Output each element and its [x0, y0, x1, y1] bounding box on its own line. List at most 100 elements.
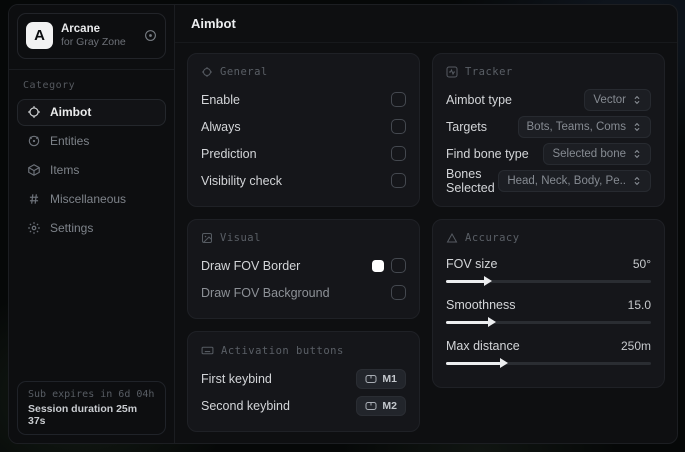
always-checkbox[interactable]: [391, 119, 406, 134]
smoothness-slider[interactable]: [446, 317, 651, 327]
setting-label: Draw FOV Border: [201, 258, 301, 273]
crosshair-icon: [201, 66, 213, 78]
enable-checkbox[interactable]: [391, 92, 406, 107]
sub-expires-text: Sub expires in 6d 04h: [28, 389, 155, 400]
chevrons-up-down-icon: [632, 149, 642, 159]
draw-fov-background-checkbox[interactable]: [391, 285, 406, 300]
entities-icon: [27, 134, 41, 148]
misc-icon: [27, 192, 41, 206]
setting-row-prediction: Prediction: [201, 140, 406, 167]
tracker-card-header: Tracker: [446, 66, 651, 78]
setting-label: Smoothness: [446, 298, 516, 312]
slider-thumb[interactable]: [500, 358, 509, 368]
general-card-header: General: [201, 66, 406, 78]
setting-row-visibility-check: Visibility check: [201, 167, 406, 194]
slider-value: 250m: [620, 339, 651, 353]
accuracy-card: Accuracy FOV size 50° Smoothness 15.0 Ma…: [432, 219, 665, 388]
setting-label: Second keybind: [201, 398, 290, 413]
visual-card-header: Visual: [201, 232, 406, 244]
accuracy-card-header: Accuracy: [446, 232, 651, 244]
slider-value: 15.0: [627, 298, 651, 312]
main-panel: Aimbot General Enable Always Prediction …: [175, 5, 677, 443]
first-keybind-button[interactable]: M1: [356, 368, 406, 389]
activation-card-header: Activation buttons: [201, 344, 406, 357]
activity-icon: [446, 66, 458, 78]
cheat-menu-window: A Arcane for Gray Zone Category Aimbot E…: [8, 4, 678, 444]
setting-label: Bones Selected: [446, 166, 495, 195]
chevrons-up-down-icon: [632, 122, 642, 132]
left-column: General Enable Always Prediction Visibil…: [187, 53, 420, 432]
draw-fov-border-checkbox[interactable]: [391, 258, 406, 273]
setting-label: Always: [201, 119, 241, 134]
slider-value: 50°: [632, 257, 651, 271]
card-title: Tracker: [465, 66, 513, 78]
app-subtitle: for Gray Zone: [61, 36, 126, 49]
setting-row-bones-selected: Bones Selected Head, Neck, Body, Pe..: [446, 166, 651, 195]
setting-row-draw-fov-border: Draw FOV Border: [201, 252, 406, 279]
card-title: Visual: [220, 232, 261, 244]
sidebar-nav: Aimbot Entities Items Miscellaneous Sett…: [9, 98, 174, 242]
card-title: General: [220, 66, 268, 78]
gear-icon: [27, 221, 41, 235]
setting-label: Aimbot type: [446, 92, 513, 107]
visibility-check-checkbox[interactable]: [391, 173, 406, 188]
setting-row-draw-fov-background: Draw FOV Background: [201, 279, 406, 306]
sidebar-item-label: Settings: [50, 221, 94, 235]
sidebar-divider: [9, 68, 174, 70]
card-title: Activation buttons: [221, 344, 344, 357]
setting-label: Max distance: [446, 339, 520, 353]
sidebar-item-entities[interactable]: Entities: [17, 128, 166, 155]
fov-size-slider[interactable]: [446, 276, 651, 286]
dropdown-value: Bots, Teams, Coms: [526, 120, 627, 133]
prediction-checkbox[interactable]: [391, 146, 406, 161]
content-area: General Enable Always Prediction Visibil…: [175, 43, 677, 443]
subscription-info: Sub expires in 6d 04h Session duration 2…: [17, 381, 166, 435]
setting-row-first-keybind: First keybind M1: [201, 365, 406, 392]
fov-border-color-swatch[interactable]: [372, 259, 384, 272]
setting-label: Visibility check: [201, 173, 283, 188]
targets-dropdown[interactable]: Bots, Teams, Coms: [517, 115, 651, 138]
max-distance-slider[interactable]: [446, 358, 651, 368]
setting-label: Find bone type: [446, 146, 529, 161]
card-title: Accuracy: [465, 232, 520, 244]
sidebar-item-label: Items: [50, 163, 80, 177]
mouse-icon: [365, 401, 377, 411]
sidebar: A Arcane for Gray Zone Category Aimbot E…: [9, 5, 175, 443]
profile-settings-icon[interactable]: [144, 29, 157, 42]
slider-fill: [446, 321, 490, 324]
tracker-card: Tracker Aimbot type Vector Targets Bots,…: [432, 53, 665, 207]
setting-row-targets: Targets Bots, Teams, Coms: [446, 113, 651, 140]
setting-label: Enable: [201, 92, 240, 107]
sidebar-item-aimbot[interactable]: Aimbot: [17, 98, 166, 126]
setting-row-find-bone-type: Find bone type Selected bone: [446, 140, 651, 167]
sidebar-item-settings[interactable]: Settings: [17, 215, 166, 242]
bones-selected-dropdown[interactable]: Head, Neck, Body, Pe..: [498, 169, 651, 192]
triangle-icon: [446, 232, 458, 244]
keybind-value: M1: [382, 372, 397, 385]
setting-row-enable: Enable: [201, 86, 406, 113]
second-keybind-button[interactable]: M2: [356, 395, 406, 416]
image-icon: [201, 232, 213, 244]
profile-card[interactable]: A Arcane for Gray Zone: [17, 13, 166, 59]
keybind-value: M2: [382, 399, 397, 412]
slider-thumb[interactable]: [488, 317, 497, 327]
aimbot-type-dropdown[interactable]: Vector: [584, 88, 651, 111]
sidebar-item-miscellaneous[interactable]: Miscellaneous: [17, 186, 166, 213]
setting-label: Prediction: [201, 146, 257, 161]
max-distance-setting: Max distance 250m: [446, 334, 651, 368]
slider-fill: [446, 280, 485, 283]
setting-label: FOV size: [446, 257, 498, 271]
setting-label: Draw FOV Background: [201, 285, 330, 300]
find-bone-type-dropdown[interactable]: Selected bone: [543, 142, 651, 165]
right-column: Tracker Aimbot type Vector Targets Bots,…: [432, 53, 665, 388]
keyboard-icon: [201, 344, 214, 357]
box-icon: [27, 163, 41, 177]
general-card: General Enable Always Prediction Visibil…: [187, 53, 420, 207]
dropdown-value: Head, Neck, Body, Pe..: [507, 174, 626, 187]
setting-row-second-keybind: Second keybind M2: [201, 392, 406, 419]
sidebar-item-label: Entities: [50, 134, 90, 148]
setting-label: Targets: [446, 119, 487, 134]
slider-thumb[interactable]: [483, 276, 492, 286]
sidebar-item-items[interactable]: Items: [17, 157, 166, 184]
setting-row-aimbot-type: Aimbot type Vector: [446, 86, 651, 113]
